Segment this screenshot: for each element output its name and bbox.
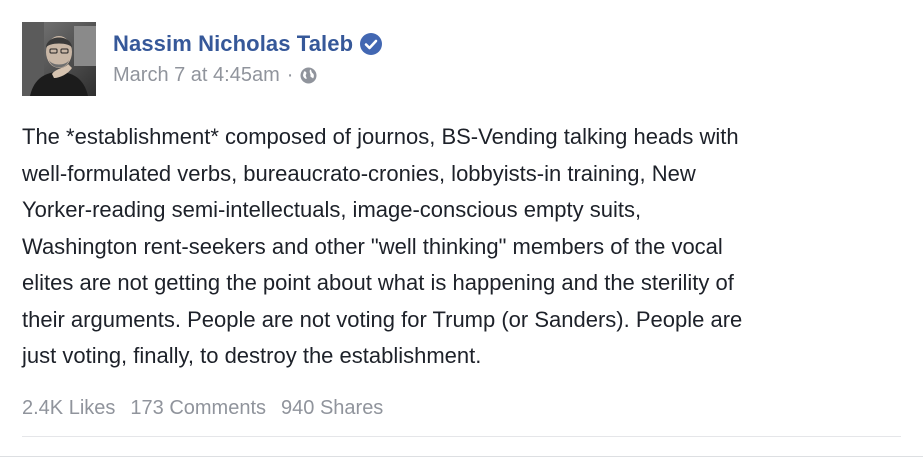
globe-icon[interactable]: [300, 67, 317, 84]
post-meta: March 7 at 4:45am ·: [113, 64, 383, 87]
comments-count-link[interactable]: 173 Comments: [130, 397, 266, 420]
shares-count-link[interactable]: 940 Shares: [281, 397, 383, 420]
stats-divider: [22, 436, 901, 437]
author-row: Nassim Nicholas Taleb: [113, 27, 383, 61]
avatar-photo: [22, 22, 96, 96]
post-body-text: The *establishment* composed of journos,…: [22, 124, 743, 368]
post-timestamp-link[interactable]: March 7 at 4:45am: [113, 64, 280, 87]
author-avatar[interactable]: [22, 22, 96, 96]
author-name-link[interactable]: Nassim Nicholas Taleb: [113, 31, 353, 57]
post-stats: 2.4K Likes 173 Comments 940 Shares: [22, 397, 383, 420]
likes-count-link[interactable]: 2.4K Likes: [22, 397, 115, 420]
verified-badge-icon: [359, 32, 383, 56]
post-header: Nassim Nicholas Taleb March 7 at 4:45am …: [113, 27, 383, 87]
facebook-post: Nassim Nicholas Taleb March 7 at 4:45am …: [0, 0, 923, 457]
meta-separator: ·: [286, 64, 294, 86]
